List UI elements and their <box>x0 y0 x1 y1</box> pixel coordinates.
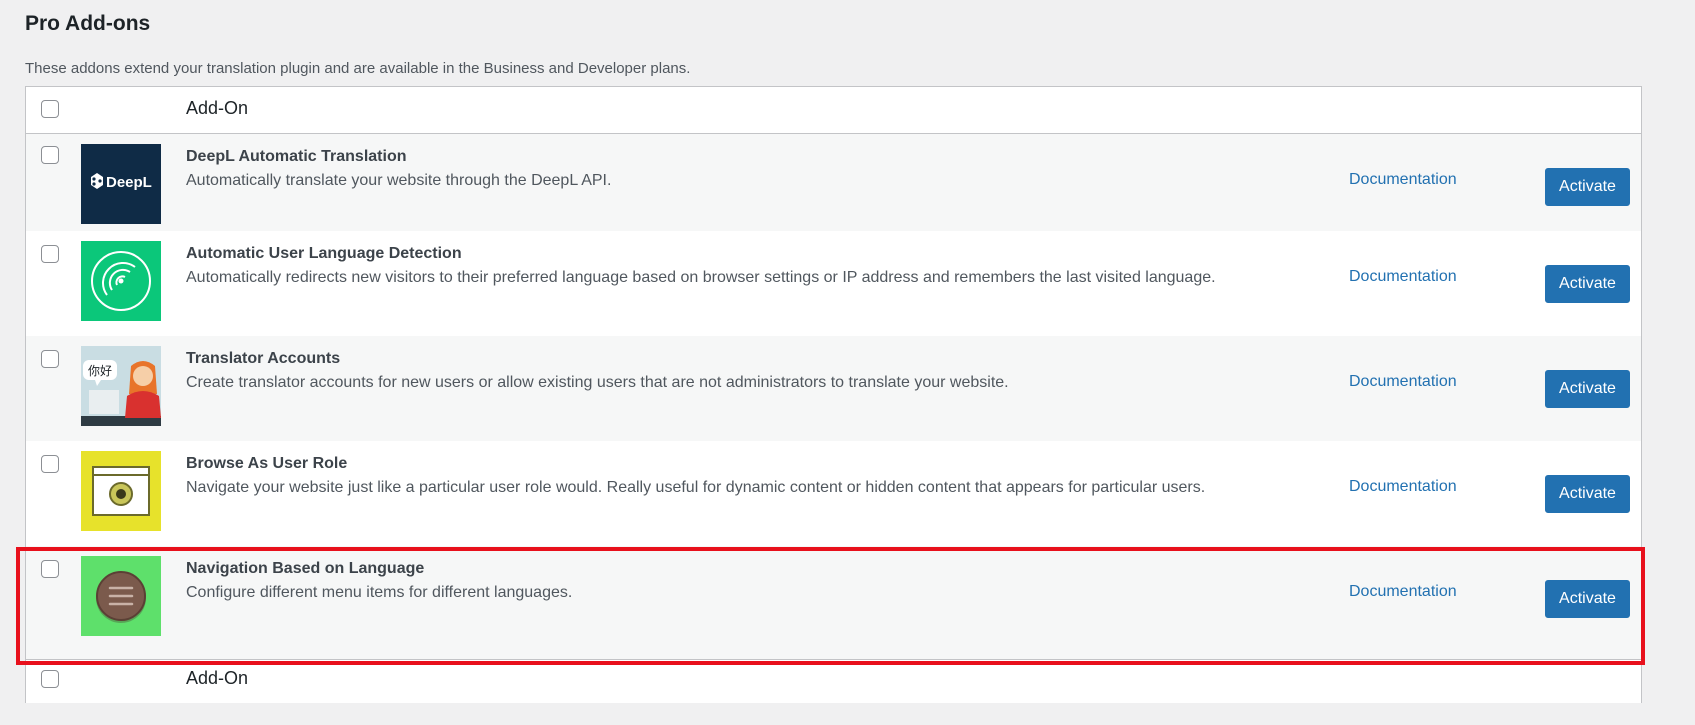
row-checkbox[interactable] <box>41 560 59 578</box>
table-row: Browse As User Role Navigate your websit… <box>26 441 1641 546</box>
row-checkbox[interactable] <box>41 455 59 473</box>
table-footer: Add-On <box>26 659 1641 703</box>
addon-description: Configure different menu items for diffe… <box>186 584 573 601</box>
addon-name: DeepL Automatic Translation <box>186 148 407 165</box>
row-checkbox[interactable] <box>41 245 59 263</box>
deepl-logo-icon: DeepL <box>81 144 161 224</box>
deepl-logo-text: DeepL <box>106 174 152 191</box>
documentation-link[interactable]: Documentation <box>1349 583 1457 601</box>
row-checkbox[interactable] <box>41 350 59 368</box>
table-header: Add-On <box>26 87 1641 134</box>
addon-name: Automatic User Language Detection <box>186 245 462 262</box>
activate-button[interactable]: Activate <box>1545 370 1630 408</box>
activate-button[interactable]: Activate <box>1545 580 1630 618</box>
addons-table: Add-On DeepL DeepL Automatic Translation… <box>25 86 1642 703</box>
addon-description: Automatically translate your website thr… <box>186 172 612 189</box>
activate-button[interactable]: Activate <box>1545 265 1630 303</box>
addon-column-header: Add-On <box>186 98 249 118</box>
radar-icon <box>81 241 161 321</box>
menu-icon <box>81 556 161 636</box>
eye-window-icon <box>81 451 161 531</box>
activate-button[interactable]: Activate <box>1545 168 1630 206</box>
select-all-checkbox-footer[interactable] <box>41 670 59 688</box>
activate-button[interactable]: Activate <box>1545 475 1630 513</box>
table-row: 你好 Translator Accounts Create translator… <box>26 336 1641 441</box>
addon-description: Navigate your website just like a partic… <box>186 479 1206 496</box>
select-all-checkbox[interactable] <box>41 100 59 118</box>
table-row: DeepL DeepL Automatic Translation Automa… <box>26 134 1641 231</box>
addon-name: Translator Accounts <box>186 350 341 367</box>
documentation-link[interactable]: Documentation <box>1349 268 1457 286</box>
addon-description: Create translator accounts for new users… <box>186 374 1009 391</box>
page-title: Pro Add-ons <box>25 12 151 35</box>
addon-name: Navigation Based on Language <box>186 560 425 577</box>
table-row: Automatic User Language Detection Automa… <box>26 231 1641 336</box>
documentation-link[interactable]: Documentation <box>1349 373 1457 391</box>
table-row: Navigation Based on Language Configure d… <box>26 546 1641 659</box>
speech-bubble-text: 你好 <box>88 364 112 378</box>
addon-name: Browse As User Role <box>186 455 348 472</box>
page-description: These addons extend your translation plu… <box>25 60 691 77</box>
translator-illustration-icon: 你好 <box>81 346 161 426</box>
addon-column-footer: Add-On <box>186 668 249 688</box>
documentation-link[interactable]: Documentation <box>1349 478 1457 496</box>
documentation-link[interactable]: Documentation <box>1349 171 1457 189</box>
row-checkbox[interactable] <box>41 146 59 164</box>
addon-description: Automatically redirects new visitors to … <box>186 269 1216 286</box>
